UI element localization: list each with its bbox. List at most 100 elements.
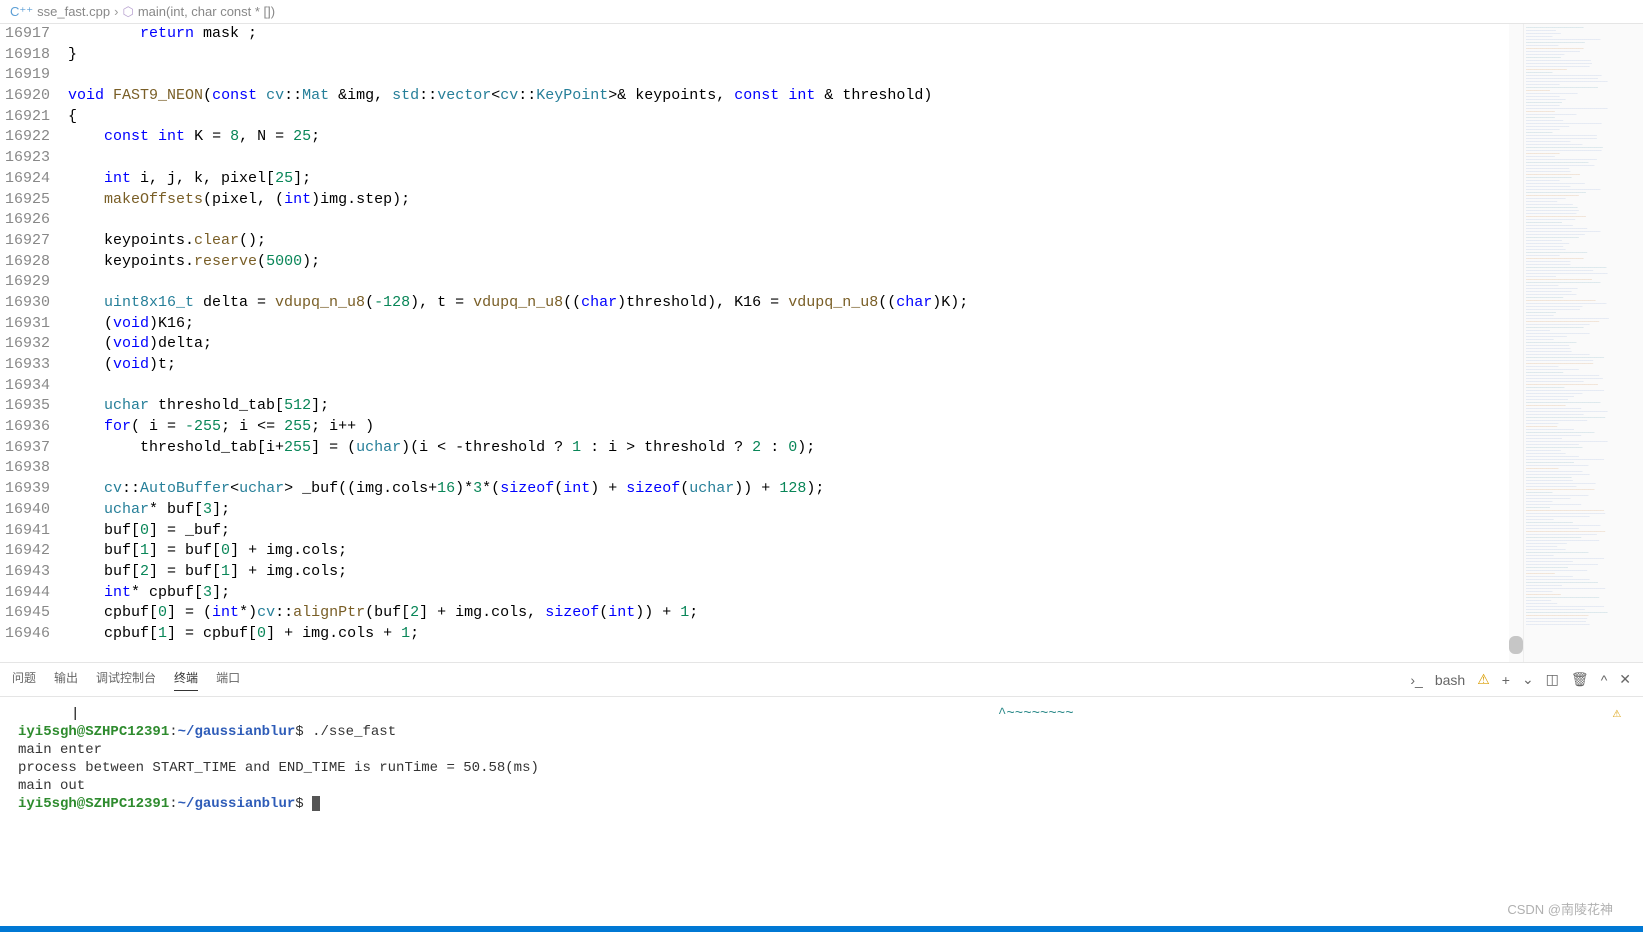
cpp-file-icon: C⁺⁺: [10, 4, 33, 20]
line-number: 16943: [0, 562, 50, 583]
terminal-line: iyi5sgh@SZHPC12391:~/gaussianblur$: [18, 795, 1625, 813]
editor-scrollbar[interactable]: [1509, 24, 1523, 662]
line-number: 16917: [0, 24, 50, 45]
line-number: 16937: [0, 438, 50, 459]
line-number: 16930: [0, 293, 50, 314]
terminal-line: iyi5sgh@SZHPC12391:~/gaussianblur$ ./sse…: [18, 723, 1625, 741]
code-line[interactable]: (void)t;: [68, 355, 1523, 376]
code-line[interactable]: void FAST9_NEON(const cv::Mat &img, std:…: [68, 86, 1523, 107]
shell-launch-icon[interactable]: ›_: [1410, 672, 1422, 688]
line-number: 16941: [0, 521, 50, 542]
new-terminal-icon[interactable]: +: [1502, 672, 1510, 688]
line-number: 16932: [0, 334, 50, 355]
code-content[interactable]: return mask ;}void FAST9_NEON(const cv::…: [68, 24, 1523, 662]
code-line[interactable]: cpbuf[0] = (int*)cv::alignPtr(buf[2] + i…: [68, 603, 1523, 624]
code-line[interactable]: [68, 376, 1523, 397]
warning-icon[interactable]: ⚠: [1477, 671, 1490, 688]
minimap[interactable]: ————————————————————————————————————————…: [1523, 24, 1643, 662]
code-line[interactable]: [68, 458, 1523, 479]
line-number: 16921: [0, 107, 50, 128]
watermark: CSDN @南陵花神: [1507, 899, 1613, 918]
line-number: 16929: [0, 272, 50, 293]
line-gutter: 1691716918169191692016921169221692316924…: [0, 24, 68, 662]
trash-icon[interactable]: 🗑: [1571, 671, 1589, 688]
code-line[interactable]: [68, 65, 1523, 86]
breadcrumb-file-label: sse_fast.cpp: [37, 4, 110, 19]
code-line[interactable]: int* cpbuf[3];: [68, 583, 1523, 604]
code-line[interactable]: buf[0] = _buf;: [68, 521, 1523, 542]
code-line[interactable]: uchar* buf[3];: [68, 500, 1523, 521]
line-number: 16942: [0, 541, 50, 562]
code-line[interactable]: cv::AutoBuffer<uchar> _buf((img.cols+16)…: [68, 479, 1523, 500]
tab-ports[interactable]: 端口: [216, 669, 240, 691]
line-number: 16935: [0, 396, 50, 417]
tab-problems[interactable]: 问题: [12, 669, 36, 691]
bottom-panel: 问题 输出 调试控制台 终端 端口 ›_ bash ⚠ + ⌄ ◫ 🗑 ^ ✕ …: [0, 662, 1643, 821]
line-number: 16927: [0, 231, 50, 252]
minimap-line: ————————————————————————————————————————…: [1526, 623, 1641, 626]
code-line[interactable]: threshold_tab[i+255] = (uchar)(i < -thre…: [68, 438, 1523, 459]
line-number: 16944: [0, 583, 50, 604]
terminal-line: process between START_TIME and END_TIME …: [18, 759, 1625, 777]
scrollbar-thumb[interactable]: [1509, 636, 1523, 654]
code-line[interactable]: uint8x16_t delta = vdupq_n_u8(-128), t =…: [68, 293, 1523, 314]
line-number: 16931: [0, 314, 50, 335]
code-line[interactable]: [68, 272, 1523, 293]
line-number: 16918: [0, 45, 50, 66]
breadcrumb-symbol-label: main(int, char const * []): [138, 4, 275, 19]
code-line[interactable]: buf[2] = buf[1] + img.cols;: [68, 562, 1523, 583]
code-line[interactable]: for( i = -255; i <= 255; i++ ): [68, 417, 1523, 438]
line-number: 16922: [0, 127, 50, 148]
chevron-up-icon[interactable]: ^: [1601, 672, 1608, 688]
tab-debug-console[interactable]: 调试控制台: [96, 669, 156, 691]
split-panel-icon[interactable]: ◫: [1546, 671, 1559, 688]
line-number: 16919: [0, 65, 50, 86]
breadcrumb: C⁺⁺ sse_fast.cpp › ⬡ main(int, char cons…: [0, 0, 1643, 24]
line-number: 16924: [0, 169, 50, 190]
terminal-line: main out: [18, 777, 1625, 795]
line-number: 16940: [0, 500, 50, 521]
line-number: 16925: [0, 190, 50, 211]
breadcrumb-file[interactable]: C⁺⁺ sse_fast.cpp: [10, 4, 110, 20]
line-number: 16939: [0, 479, 50, 500]
line-number: 16923: [0, 148, 50, 169]
line-number: 16936: [0, 417, 50, 438]
chevron-down-icon[interactable]: ⌄: [1522, 671, 1534, 688]
breadcrumb-symbol[interactable]: ⬡ main(int, char const * []): [122, 4, 275, 20]
line-number: 16933: [0, 355, 50, 376]
code-line[interactable]: (void)delta;: [68, 334, 1523, 355]
line-number: 16946: [0, 624, 50, 645]
terminal-content[interactable]: | ^~~~~~~~~ ⚠ iyi5sgh@SZHPC12391:~/gauss…: [0, 697, 1643, 821]
line-number: 16945: [0, 603, 50, 624]
code-line[interactable]: [68, 148, 1523, 169]
code-line[interactable]: keypoints.reserve(5000);: [68, 252, 1523, 273]
status-bar[interactable]: [0, 926, 1643, 932]
code-line[interactable]: keypoints.clear();: [68, 231, 1523, 252]
wavy-diagnostic: ^~~~~~~~~: [998, 705, 1074, 723]
code-line[interactable]: (void)K16;: [68, 314, 1523, 335]
code-line[interactable]: [68, 210, 1523, 231]
code-line[interactable]: {: [68, 107, 1523, 128]
close-icon[interactable]: ✕: [1619, 671, 1631, 688]
line-number: 16938: [0, 458, 50, 479]
tab-output[interactable]: 输出: [54, 669, 78, 691]
method-icon: ⬡: [122, 4, 133, 20]
code-line[interactable]: uchar threshold_tab[512];: [68, 396, 1523, 417]
code-line[interactable]: const int K = 8, N = 25;: [68, 127, 1523, 148]
breadcrumb-separator-icon: ›: [114, 4, 118, 19]
line-number: 16934: [0, 376, 50, 397]
code-line[interactable]: buf[1] = buf[0] + img.cols;: [68, 541, 1523, 562]
code-line[interactable]: return mask ;: [68, 24, 1523, 45]
code-line[interactable]: makeOffsets(pixel, (int)img.step);: [68, 190, 1523, 211]
line-number: 16926: [0, 210, 50, 231]
code-line[interactable]: }: [68, 45, 1523, 66]
code-line[interactable]: cpbuf[1] = cpbuf[0] + img.cols + 1;: [68, 624, 1523, 645]
code-line[interactable]: int i, j, k, pixel[25];: [68, 169, 1523, 190]
terminal-line: main enter: [18, 741, 1625, 759]
tab-terminal[interactable]: 终端: [174, 669, 198, 691]
line-number: 16928: [0, 252, 50, 273]
shell-label[interactable]: bash: [1435, 672, 1465, 688]
editor-area[interactable]: 1691716918169191692016921169221692316924…: [0, 24, 1643, 662]
terminal-cursor: [312, 796, 320, 811]
terminal-warning-icon: ⚠: [1613, 705, 1621, 723]
